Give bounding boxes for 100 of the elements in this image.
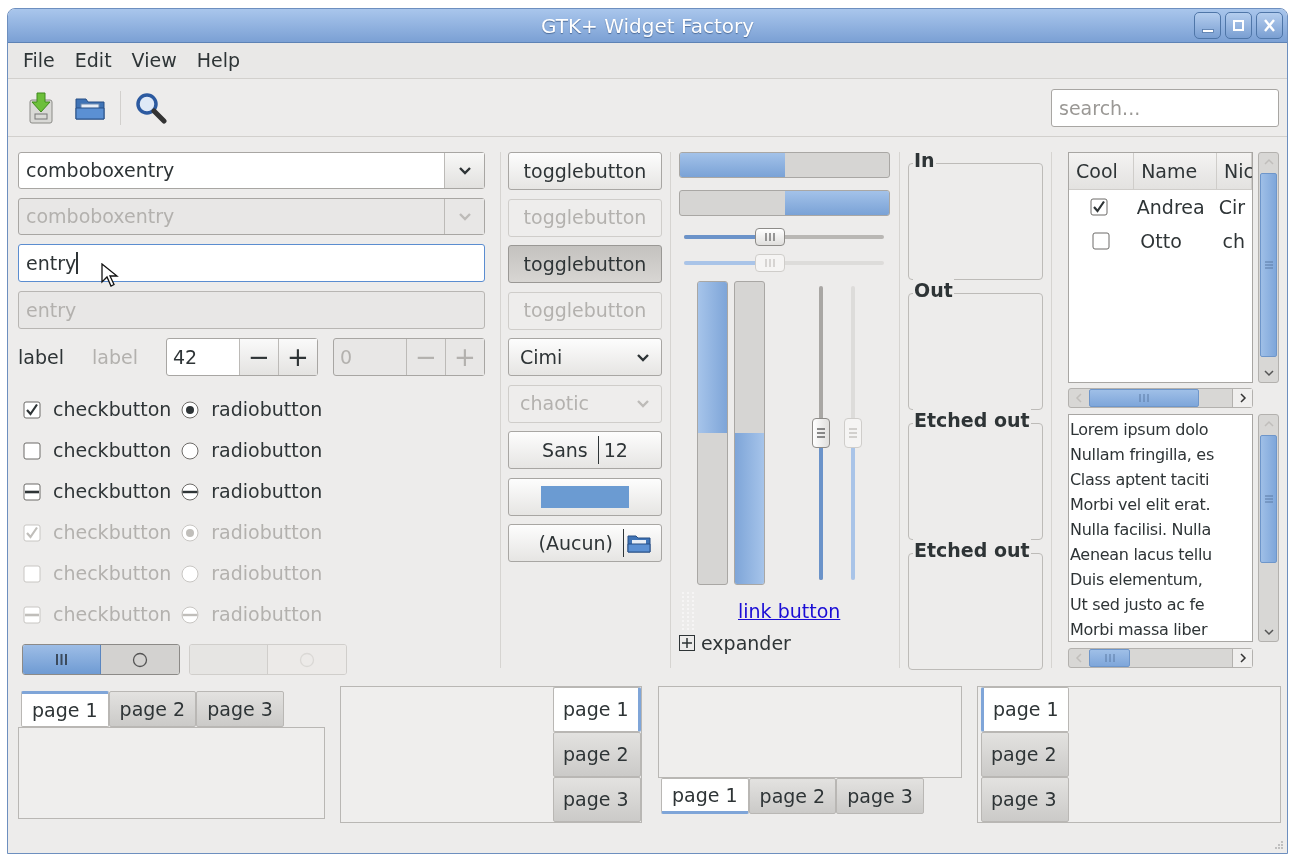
horizontal-scrollbar[interactable] — [1068, 388, 1253, 408]
grip-lines-icon — [1264, 261, 1273, 269]
search-icon[interactable] — [135, 91, 167, 124]
grip-lines-icon — [1104, 654, 1115, 662]
text-caret — [76, 252, 78, 274]
vertical-scrollbar[interactable] — [1258, 152, 1279, 383]
scrollbar-thumb[interactable] — [1089, 389, 1199, 407]
chevron-down-icon[interactable] — [1264, 628, 1274, 636]
download-icon[interactable] — [26, 91, 56, 124]
radio-mixed-icon[interactable] — [181, 482, 200, 501]
file-name: (Aucun) — [538, 528, 624, 558]
scroll-right-button[interactable] — [1232, 649, 1252, 667]
grip-lines-icon — [817, 428, 825, 438]
dropdown-button[interactable] — [444, 153, 484, 188]
notebook-tab[interactable]: page 3 — [553, 777, 641, 822]
text-line: Aenean lacus tellu — [1069, 544, 1212, 566]
chevron-down-icon — [636, 399, 650, 408]
vertical-slider[interactable] — [843, 286, 863, 580]
scrollbar-thumb[interactable] — [1260, 435, 1277, 563]
circle-icon — [132, 651, 148, 668]
file-chooser-button[interactable]: (Aucun) — [508, 524, 662, 562]
menu-item[interactable]: View — [121, 46, 187, 75]
radiobutton-label[interactable]: radiobutton — [211, 436, 323, 465]
slider-thumb[interactable] — [812, 418, 830, 448]
text-view[interactable]: Lorem ipsum dolo Nullam fringilla, es Class aptent taciti Morbi vel elit erat. Nulla facilisi. Nulla Aenean lacus tellu Duis elementum, Ut sed justo ac fe Morbi massa liber — [1068, 414, 1253, 642]
plus-box-icon — [679, 635, 695, 652]
vertical-slider[interactable] — [811, 286, 831, 580]
minimize-button[interactable] — [1194, 12, 1221, 39]
chevron-down-icon — [457, 212, 472, 221]
entry-text: entry — [26, 297, 77, 323]
spin-button[interactable]: 42 − + — [165, 338, 318, 376]
checkbox-icon[interactable] — [1092, 232, 1111, 250]
grip-lines-icon — [55, 654, 68, 665]
spin-value: 42 — [171, 345, 199, 370]
notebook-tab[interactable]: page 2 — [108, 691, 197, 727]
toggle-button[interactable]: togglebutton — [508, 245, 662, 283]
checkbutton-label[interactable]: checkbutton — [53, 477, 172, 506]
expander[interactable]: expander — [679, 629, 891, 658]
search-field[interactable]: search... — [1051, 88, 1279, 127]
column-header[interactable]: Nic — [1217, 153, 1252, 189]
table-cell-text: Andrea — [1135, 194, 1206, 220]
horizontal-scrollbar[interactable] — [1068, 648, 1253, 668]
increment-button[interactable]: + — [277, 339, 317, 375]
combo-entry[interactable]: comboboxentry — [18, 152, 485, 189]
checkbox-icon[interactable] — [23, 441, 41, 460]
notebook-tab[interactable]: page 3 — [836, 778, 924, 814]
expander-label: expander — [701, 631, 791, 656]
column-header[interactable]: Name — [1134, 153, 1217, 189]
radiobutton-label[interactable]: radiobutton — [211, 477, 323, 506]
radio-icon[interactable] — [181, 441, 200, 460]
text-line: Ut sed justo ac fe — [1069, 594, 1205, 616]
radiobutton-label[interactable]: radiobutton — [211, 395, 323, 424]
menu-item[interactable]: Help — [186, 46, 250, 75]
notebook-tab[interactable]: page 1 — [981, 687, 1069, 732]
notebook-tab[interactable]: page 3 — [981, 777, 1069, 822]
column-header[interactable]: Cool — [1069, 153, 1135, 189]
text-line: Nullam fringilla, es — [1069, 444, 1214, 466]
menu-item[interactable]: File — [13, 46, 65, 75]
minimize-icon — [1201, 28, 1214, 33]
notebook-tab[interactable]: page 1 — [21, 691, 109, 727]
radio-checked-icon[interactable] — [181, 400, 200, 419]
checkbox-checked-icon[interactable] — [1090, 198, 1109, 216]
text-line: Class aptent taciti — [1069, 469, 1210, 491]
menu-item[interactable]: Edit — [64, 46, 122, 75]
combo-box[interactable]: Cimi — [508, 338, 662, 376]
close-button[interactable] — [1256, 12, 1283, 39]
notebook-tab[interactable]: page 1 — [661, 778, 749, 814]
decrement-button[interactable]: − — [238, 339, 278, 375]
scrollbar-thumb[interactable] — [1089, 649, 1130, 667]
link-button[interactable]: link button — [738, 596, 841, 626]
slider[interactable] — [684, 227, 884, 247]
resize-grip-icon[interactable] — [1274, 840, 1284, 850]
notebook-tab[interactable]: page 2 — [981, 732, 1069, 777]
scroll-right-button[interactable] — [1232, 389, 1252, 407]
text-label: label — [18, 344, 64, 370]
vertical-scrollbar[interactable] — [1258, 414, 1279, 642]
chevron-down-icon[interactable] — [1264, 369, 1274, 377]
combo-entry-text: comboboxentry — [25, 158, 176, 183]
font-size: 12 — [603, 437, 628, 463]
maximize-button[interactable] — [1225, 12, 1252, 39]
slider[interactable] — [684, 253, 884, 273]
combo-entry-text: comboboxentry — [25, 204, 176, 229]
scrollbar-thumb[interactable] — [1260, 173, 1277, 357]
text-line: Morbi vel elit erat. — [1069, 494, 1211, 516]
window-title: GTK+ Widget Factory — [540, 12, 755, 40]
color-button[interactable] — [508, 477, 662, 516]
checkbutton-label[interactable]: checkbutton — [53, 395, 172, 424]
toggle-switch[interactable] — [22, 644, 180, 675]
checkbox-checked-icon[interactable] — [23, 400, 41, 419]
checkbutton-label[interactable]: checkbutton — [53, 436, 172, 465]
chevron-right-icon — [1238, 653, 1247, 663]
slider-thumb[interactable] — [755, 228, 785, 246]
toggle-button[interactable]: togglebutton — [508, 152, 662, 190]
table-cell-text: Cir — [1217, 194, 1246, 220]
notebook-tab[interactable]: page 3 — [196, 691, 284, 727]
checkbox-mixed-icon[interactable] — [23, 482, 41, 501]
font-button[interactable]: Sans 12 — [508, 431, 662, 469]
notebook-tab[interactable]: page 2 — [748, 778, 837, 814]
notebook-tab[interactable]: page 1 — [553, 687, 641, 732]
notebook-tab[interactable]: page 2 — [553, 732, 641, 777]
